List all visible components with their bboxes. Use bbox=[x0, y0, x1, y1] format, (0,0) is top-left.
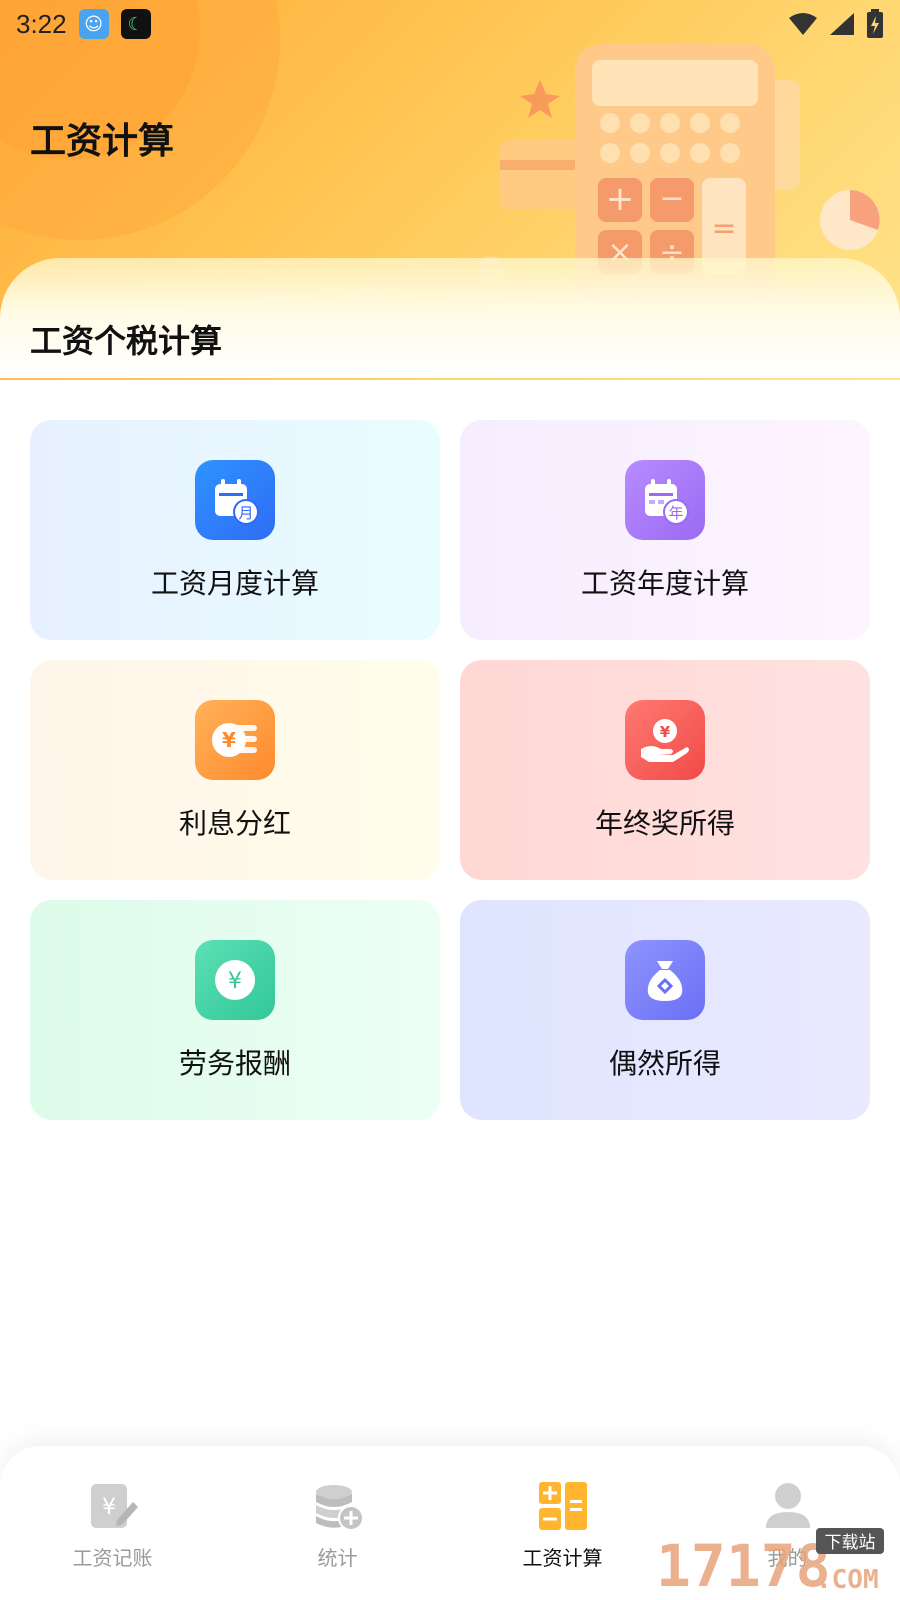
watermark-number: 17178 bbox=[656, 1532, 831, 1596]
card-label: 年终奖所得 bbox=[594, 807, 735, 840]
card-monthly-salary[interactable]: 月 工资月度计算 bbox=[30, 420, 440, 640]
money-bag-icon bbox=[625, 940, 705, 1020]
site-watermark: 17178 下载站 .COM bbox=[656, 1528, 884, 1596]
page-title: 工资计算 bbox=[30, 121, 175, 162]
bonus-hand-icon: ¥ bbox=[625, 700, 705, 780]
tab-salary-calc[interactable]: 工资计算 bbox=[450, 1446, 675, 1600]
calendar-year-icon: 年 bbox=[625, 460, 705, 540]
tab-salary-ledger[interactable]: ¥ 工资记账 bbox=[0, 1446, 225, 1600]
avatar-app-icon: ☺ bbox=[78, 9, 109, 39]
calculator-icon bbox=[537, 1480, 589, 1532]
watermark-sub: 下载站 bbox=[825, 1533, 876, 1553]
ledger-edit-icon: ¥ bbox=[87, 1480, 139, 1532]
card-label: 工资年度计算 bbox=[580, 567, 749, 600]
card-interest-dividends[interactable]: ¥ 利息分红 bbox=[30, 660, 440, 880]
svg-text:=: = bbox=[711, 211, 736, 246]
card-glyph: 年 bbox=[668, 504, 683, 522]
card-incidental-income[interactable]: 偶然所得 bbox=[460, 900, 870, 1120]
card-glyph: 月 bbox=[238, 504, 253, 522]
section-title: 工资个税计算 bbox=[30, 322, 223, 360]
watermark-suffix: .COM bbox=[816, 1565, 879, 1595]
card-annual-salary[interactable]: 年 工资年度计算 bbox=[460, 420, 870, 640]
tab-label: 工资计算 bbox=[522, 1546, 603, 1570]
svg-text:−: − bbox=[659, 181, 684, 216]
card-glyph: ¥ bbox=[660, 723, 671, 741]
card-label: 工资月度计算 bbox=[150, 567, 319, 600]
calendar-month-icon: 月 bbox=[195, 460, 275, 540]
moon-app-icon: ☾ bbox=[120, 9, 151, 39]
tab-label: 统计 bbox=[317, 1546, 358, 1570]
card-glyph: ¥ bbox=[222, 728, 236, 752]
svg-text:+: + bbox=[606, 179, 635, 219]
card-label: 偶然所得 bbox=[608, 1047, 721, 1080]
card-label: 利息分红 bbox=[178, 807, 291, 840]
calc-options-grid: 月 工资月度计算 年 工资年度计算 ¥ 利息分红 ¥ 年终奖所得 ¥ 劳务报酬 … bbox=[30, 420, 870, 1120]
tab-statistics[interactable]: 统计 bbox=[225, 1446, 450, 1600]
coins-stack-icon bbox=[312, 1480, 364, 1532]
card-year-end-bonus[interactable]: ¥ 年终奖所得 bbox=[460, 660, 870, 880]
card-glyph: ¥ bbox=[228, 969, 242, 994]
card-label: 劳务报酬 bbox=[178, 1047, 291, 1080]
svg-text:¥: ¥ bbox=[102, 1495, 116, 1520]
status-time: 3:22 bbox=[16, 8, 67, 39]
card-labor-remuneration[interactable]: ¥ 劳务报酬 bbox=[30, 900, 440, 1120]
tab-label: 工资记账 bbox=[72, 1546, 153, 1570]
labor-yen-icon: ¥ bbox=[195, 940, 275, 1020]
interest-coins-icon: ¥ bbox=[195, 700, 275, 780]
